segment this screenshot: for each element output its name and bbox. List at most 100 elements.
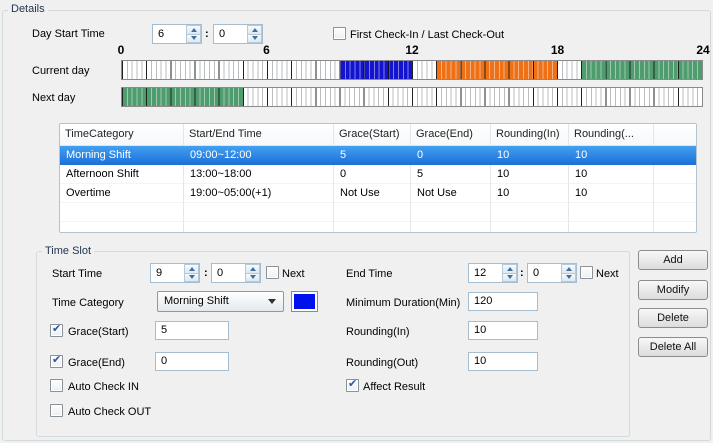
grace-end-label: Grace(End)	[68, 356, 125, 370]
timeline-ticks: 06121824	[121, 44, 703, 57]
table-cell: 10	[491, 184, 569, 203]
spin-down-button[interactable]	[186, 34, 201, 44]
affect-result-checkbox[interactable]	[346, 379, 359, 392]
up-arrow-icon	[252, 28, 258, 32]
table-cell: Morning Shift	[60, 146, 184, 165]
column-header[interactable]: Rounding(...	[569, 124, 654, 145]
affect-result-label: Affect Result	[363, 380, 425, 394]
time-category-selected-value: Morning Shift	[158, 292, 268, 311]
table-cell: 10	[569, 165, 654, 184]
grace-start-label: Grace(Start)	[68, 325, 129, 339]
hour-gridlines	[122, 88, 702, 106]
up-arrow-icon	[507, 267, 513, 271]
column-header[interactable]: Start/End Time	[184, 124, 334, 145]
spin-down-button[interactable]	[245, 273, 260, 283]
column-separator	[490, 124, 491, 145]
current-day-timeline-bar	[121, 60, 703, 80]
modify-button[interactable]: Modify	[638, 280, 708, 300]
start-time-next-label: Next	[282, 267, 305, 281]
start-time-minute-spinner[interactable]: 0	[211, 263, 261, 283]
end-time-next-checkbox[interactable]	[580, 266, 593, 279]
table-cell: Overtime	[60, 184, 184, 203]
up-arrow-icon	[250, 267, 256, 271]
down-arrow-icon	[191, 36, 197, 40]
down-arrow-icon	[507, 275, 513, 279]
column-header[interactable]: Rounding(In)	[491, 124, 569, 145]
time-colon: :	[204, 265, 208, 281]
minimum-duration-label: Minimum Duration(Min)	[346, 296, 460, 310]
time-colon: :	[205, 26, 209, 42]
time-category-label: Time Category	[52, 296, 124, 310]
start-time-hour-value[interactable]: 9	[151, 264, 184, 282]
table-cell: 09:00~12:00	[184, 146, 334, 165]
rounding-out-input[interactable]: 10	[468, 352, 538, 371]
down-arrow-icon	[250, 275, 256, 279]
hour-gridlines	[122, 61, 702, 79]
spin-down-button[interactable]	[561, 273, 576, 283]
end-time-hour-spinner[interactable]: 12	[468, 263, 518, 283]
time-category-table: TimeCategoryStart/End TimeGrace(Start)Gr…	[59, 123, 697, 233]
table-cell: 19:00~05:00(+1)	[184, 184, 334, 203]
auto-check-out-checkbox[interactable]	[50, 404, 63, 417]
grace-start-input[interactable]: 5	[155, 321, 229, 340]
category-color-swatch-button[interactable]	[291, 291, 318, 312]
table-cell: 5	[411, 165, 491, 184]
grace-end-checkbox[interactable]	[50, 355, 63, 368]
time-colon: :	[520, 265, 524, 281]
end-time-minute-value[interactable]: 0	[528, 264, 561, 282]
timeline-tick: 0	[118, 44, 125, 57]
auto-check-in-checkbox[interactable]	[50, 379, 63, 392]
day-start-hour-value[interactable]: 6	[153, 25, 186, 43]
day-start-minute-spinner[interactable]: 0	[213, 24, 263, 44]
timeline-tick: 6	[263, 44, 270, 57]
time-attendance-details-panel: Details Day Start Time 6 : 0 First Check…	[0, 0, 713, 443]
details-groupbox-label: Details	[8, 3, 48, 16]
end-time-hour-value[interactable]: 12	[469, 264, 502, 282]
table-row[interactable]: Morning Shift09:00~12:00501010	[60, 146, 696, 165]
table-cell: 0	[334, 165, 411, 184]
grace-start-checkbox[interactable]	[50, 324, 63, 337]
column-separator	[568, 124, 569, 145]
table-cell: 10	[569, 146, 654, 165]
rounding-in-input[interactable]: 10	[468, 321, 538, 340]
end-time-minute-spinner[interactable]: 0	[527, 263, 577, 283]
spin-down-button[interactable]	[184, 273, 199, 283]
column-separator	[410, 124, 411, 145]
up-arrow-icon	[189, 267, 195, 271]
day-start-minute-value[interactable]: 0	[214, 25, 247, 43]
end-time-label: End Time	[346, 267, 392, 281]
day-start-time-label: Day Start Time	[32, 27, 105, 41]
next-day-label: Next day	[32, 91, 75, 105]
auto-check-out-label: Auto Check OUT	[68, 405, 151, 419]
day-start-hour-spinner[interactable]: 6	[152, 24, 202, 44]
table-cell: 10	[491, 146, 569, 165]
column-separator	[183, 124, 184, 145]
spin-down-button[interactable]	[502, 273, 517, 283]
table-cell: Not Use	[411, 184, 491, 203]
table-header: TimeCategoryStart/End TimeGrace(Start)Gr…	[60, 124, 696, 146]
grace-end-input[interactable]: 0	[155, 352, 229, 371]
table-row[interactable]: Afternoon Shift13:00~18:00051010	[60, 165, 696, 184]
column-header[interactable]: Grace(End)	[411, 124, 491, 145]
first-checkin-checkout-checkbox[interactable]	[333, 27, 346, 40]
chevron-down-icon	[268, 299, 276, 304]
add-button[interactable]: Add	[638, 250, 708, 270]
first-checkin-checkout-label: First Check-In / Last Check-Out	[350, 28, 504, 42]
minimum-duration-input[interactable]: 120	[468, 292, 538, 311]
spin-down-button[interactable]	[247, 34, 262, 44]
table-cell: 0	[411, 146, 491, 165]
time-category-dropdown[interactable]: Morning Shift	[157, 291, 284, 312]
column-header[interactable]: Grace(Start)	[334, 124, 411, 145]
category-color-fill	[294, 294, 315, 309]
start-time-next-checkbox[interactable]	[266, 266, 279, 279]
delete-all-button[interactable]: Delete All	[638, 337, 708, 357]
column-separator	[333, 124, 334, 145]
start-time-minute-value[interactable]: 0	[212, 264, 245, 282]
table-cell: 10	[569, 184, 654, 203]
start-time-hour-spinner[interactable]: 9	[150, 263, 200, 283]
delete-button[interactable]: Delete	[638, 308, 708, 328]
down-arrow-icon	[252, 36, 258, 40]
column-header[interactable]: TimeCategory	[60, 124, 184, 145]
table-cell: 10	[491, 165, 569, 184]
table-row[interactable]: Overtime19:00~05:00(+1)Not UseNot Use101…	[60, 184, 696, 203]
